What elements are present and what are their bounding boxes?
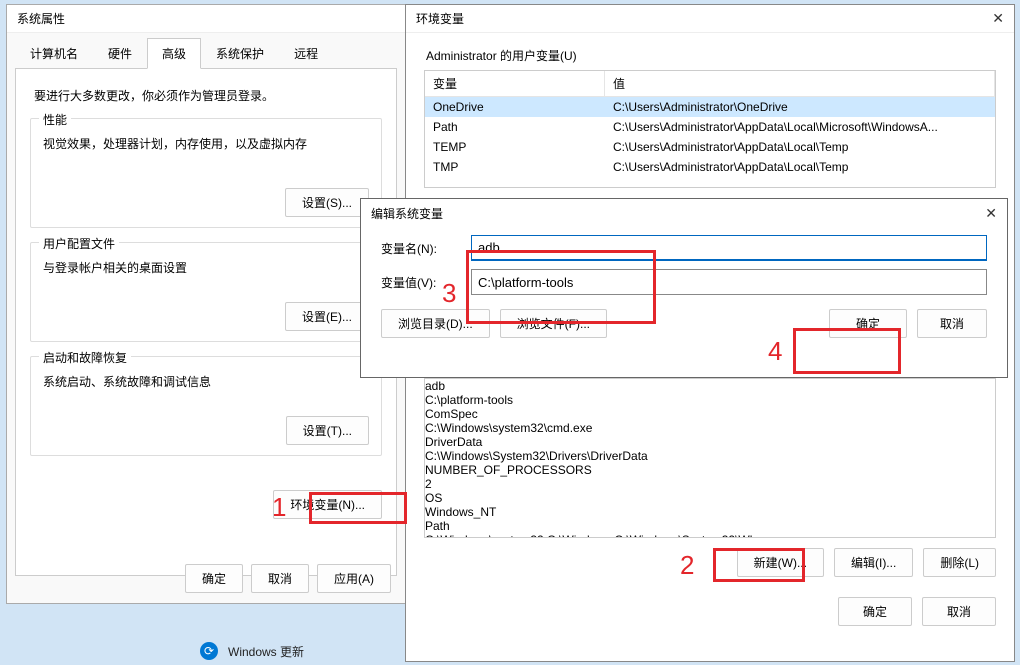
table-row[interactable]: TEMPC:\Users\Administrator\AppData\Local… — [425, 137, 995, 157]
editdlg-ok-button[interactable]: 确定 — [829, 309, 907, 338]
tab-hardware[interactable]: 硬件 — [93, 38, 147, 69]
table-row[interactable]: OSWindows_NT — [425, 491, 995, 519]
startup-recovery-group: 启动和故障恢复 系统启动、系统故障和调试信息 设置(T)... — [30, 356, 382, 456]
annotation-number-2: 2 — [680, 550, 694, 581]
table-row[interactable]: PathC:\Windows\system32;C:\Windows;C:\Wi… — [425, 519, 995, 538]
sysprops-cancel-button[interactable]: 取消 — [251, 564, 309, 593]
annotation-number-1: 1 — [272, 492, 286, 523]
admin-note: 要进行大多数更改，你必须作为管理员登录。 — [34, 87, 382, 104]
table-row[interactable]: OneDriveC:\Users\Administrator\OneDrive — [425, 97, 995, 117]
sysprops-titlebar: 系统属性 — [7, 5, 405, 33]
variable-name-input[interactable] — [471, 235, 987, 261]
table-row[interactable]: PathC:\Users\Administrator\AppData\Local… — [425, 117, 995, 137]
variable-name-row: 变量名(N): — [381, 235, 987, 261]
system-vars-table[interactable]: adbC:\platform-toolsComSpecC:\Windows\sy… — [424, 378, 996, 538]
performance-desc: 视觉效果，处理器计划，内存使用，以及虚拟内存 — [43, 135, 369, 152]
performance-legend: 性能 — [39, 111, 71, 128]
variable-name-label: 变量名(N): — [381, 240, 471, 257]
sysprops-apply-button[interactable]: 应用(A) — [317, 564, 391, 593]
windows-update-label: Windows 更新 — [228, 643, 304, 660]
sysprops-tabbody: 要进行大多数更改，你必须作为管理员登录。 性能 视觉效果，处理器计划，内存使用，… — [15, 68, 397, 576]
variable-value-label: 变量值(V): — [381, 274, 471, 291]
refresh-icon: ⟳ — [200, 642, 218, 660]
system-properties-window: 系统属性 计算机名 硬件 高级 系统保护 远程 要进行大多数更改，你必须作为管理… — [6, 4, 406, 604]
sys-delete-button[interactable]: 删除(L) — [923, 548, 996, 577]
edit-system-variable-dialog: 编辑系统变量 ✕ 变量名(N): 变量值(V): 浏览目录(D)... 浏览文件… — [360, 198, 1008, 378]
editdlg-cancel-button[interactable]: 取消 — [917, 309, 987, 338]
browse-directory-button[interactable]: 浏览目录(D)... — [381, 309, 490, 338]
profiles-desc: 与登录帐户相关的桌面设置 — [43, 259, 369, 276]
user-vars-header: 变量 值 — [425, 71, 995, 97]
system-vars-section: adbC:\platform-toolsComSpecC:\Windows\sy… — [406, 378, 1014, 577]
editdlg-title: 编辑系统变量 — [371, 205, 443, 222]
table-row[interactable]: DriverDataC:\Windows\System32\Drivers\Dr… — [425, 435, 995, 463]
system-vars-buttons: 新建(W)... 编辑(I)... 删除(L) — [406, 548, 996, 577]
sysprops-dialog-buttons: 确定 取消 应用(A) — [185, 564, 391, 593]
startup-desc: 系统启动、系统故障和调试信息 — [43, 373, 369, 390]
profiles-legend: 用户配置文件 — [39, 235, 119, 252]
close-icon[interactable]: ✕ — [964, 10, 1004, 27]
envwin-ok-button[interactable]: 确定 — [838, 597, 912, 626]
envwin-cancel-button[interactable]: 取消 — [922, 597, 996, 626]
sys-edit-button[interactable]: 编辑(I)... — [834, 548, 913, 577]
envwin-dialog-buttons: 确定 取消 — [406, 597, 996, 626]
user-vars-table[interactable]: 变量 值 OneDriveC:\Users\Administrator\OneD… — [424, 70, 996, 188]
close-icon[interactable]: ✕ — [957, 205, 997, 222]
tab-remote[interactable]: 远程 — [279, 38, 333, 69]
envwin-titlebar: 环境变量 ✕ — [406, 5, 1014, 33]
tab-advanced[interactable]: 高级 — [147, 38, 201, 69]
environment-variables-button[interactable]: 环境变量(N)... — [273, 490, 382, 519]
performance-settings-button[interactable]: 设置(S)... — [285, 188, 369, 217]
table-row[interactable]: NUMBER_OF_PROCESSORS2 — [425, 463, 995, 491]
envwin-title: 环境变量 — [416, 10, 464, 27]
table-row[interactable]: adbC:\platform-tools — [425, 379, 995, 407]
table-row[interactable]: TMPC:\Users\Administrator\AppData\Local\… — [425, 157, 995, 177]
windows-update-item[interactable]: ⟳ Windows 更新 — [200, 642, 304, 660]
tab-system-protection[interactable]: 系统保护 — [201, 38, 279, 69]
variable-value-row: 变量值(V): — [381, 269, 987, 295]
sysprops-tabs: 计算机名 硬件 高级 系统保护 远程 — [7, 33, 405, 69]
editdlg-buttons: 浏览目录(D)... 浏览文件(F)... 确定 取消 — [381, 309, 987, 338]
annotation-number-4: 4 — [768, 336, 782, 367]
startup-legend: 启动和故障恢复 — [39, 349, 131, 366]
table-row[interactable]: ComSpecC:\Windows\system32\cmd.exe — [425, 407, 995, 435]
editdlg-titlebar: 编辑系统变量 ✕ — [361, 199, 1007, 227]
col-value: 值 — [605, 71, 995, 96]
user-profiles-group: 用户配置文件 与登录帐户相关的桌面设置 设置(E)... — [30, 242, 382, 342]
startup-settings-button[interactable]: 设置(T)... — [286, 416, 369, 445]
user-vars-label: Administrator 的用户变量(U) — [426, 47, 1014, 64]
performance-group: 性能 视觉效果，处理器计划，内存使用，以及虚拟内存 设置(S)... — [30, 118, 382, 228]
sysprops-title: 系统属性 — [17, 10, 65, 27]
profiles-settings-button[interactable]: 设置(E)... — [285, 302, 369, 331]
col-variable: 变量 — [425, 71, 605, 96]
variable-value-input[interactable] — [471, 269, 987, 295]
browse-file-button[interactable]: 浏览文件(F)... — [500, 309, 607, 338]
annotation-number-3: 3 — [442, 278, 456, 309]
sysprops-ok-button[interactable]: 确定 — [185, 564, 243, 593]
sys-new-button[interactable]: 新建(W)... — [737, 548, 824, 577]
tab-computer-name[interactable]: 计算机名 — [15, 38, 93, 69]
